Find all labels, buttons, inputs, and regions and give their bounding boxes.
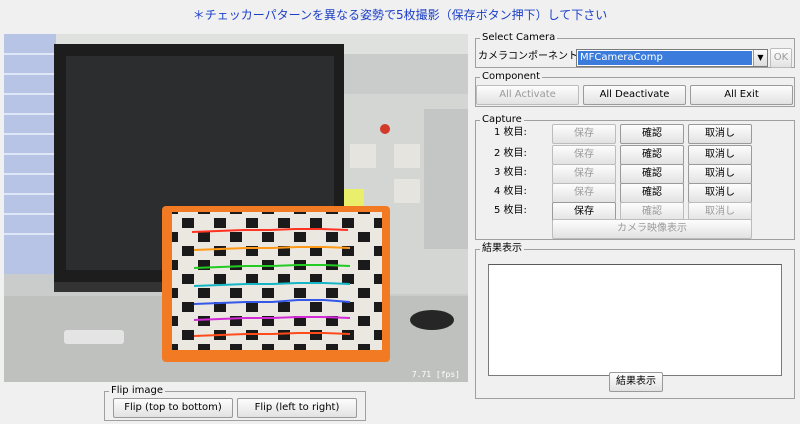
camera-image (4, 34, 468, 382)
save-button-2[interactable]: 保存 (552, 145, 616, 165)
save-button-4[interactable]: 保存 (552, 183, 616, 203)
instruction-text: ＊チェッカーパターンを異なる姿勢で5枚撮影（保存ボタン押下）して下さい (192, 8, 608, 22)
save-button-3[interactable]: 保存 (552, 164, 616, 184)
all-activate-button[interactable]: All Activate (476, 85, 579, 105)
confirm-button-3[interactable]: 確認 (620, 164, 684, 184)
confirm-button-4[interactable]: 確認 (620, 183, 684, 203)
capture-row-label: 5 枚目: (494, 205, 527, 216)
capture-group: Capture 1 枚目: 保存 確認 取消し 2 枚目: 保存 確認 取消し … (475, 114, 795, 240)
camera-component-value: MFCameraComp (578, 51, 752, 65)
cancel-button-4[interactable]: 取消し (688, 183, 752, 203)
result-title: 結果表示 (480, 243, 524, 255)
select-camera-title: Select Camera (480, 32, 558, 44)
camera-component-label: カメラコンポーネント (478, 51, 578, 62)
camera-component-select[interactable]: MFCameraComp ▼ (576, 49, 768, 67)
cancel-button-3[interactable]: 取消し (688, 164, 752, 184)
select-camera-group: Select Camera カメラコンポーネント MFCameraComp ▼ … (475, 32, 795, 68)
chevron-down-icon[interactable]: ▼ (753, 50, 767, 66)
save-button-1[interactable]: 保存 (552, 124, 616, 144)
component-group: Component All Activate All Deactivate Al… (475, 71, 795, 107)
camera-preview: 7.71 [fps] (4, 34, 468, 382)
result-group: 結果表示 結果表示 (475, 243, 795, 399)
ok-button[interactable]: OK (770, 48, 792, 68)
fps-readout: 7.71 [fps] (411, 370, 460, 379)
cancel-button-2[interactable]: 取消し (688, 145, 752, 165)
flip-top-bottom-button[interactable]: Flip (top to bottom) (113, 398, 233, 418)
confirm-button-1[interactable]: 確認 (620, 124, 684, 144)
capture-title: Capture (480, 114, 524, 126)
confirm-button-2[interactable]: 確認 (620, 145, 684, 165)
show-result-button[interactable]: 結果表示 (609, 372, 663, 392)
all-deactivate-button[interactable]: All Deactivate (583, 85, 686, 105)
result-text-area[interactable] (488, 264, 782, 376)
cancel-button-1[interactable]: 取消し (688, 124, 752, 144)
all-exit-button[interactable]: All Exit (690, 85, 793, 105)
flip-left-right-button[interactable]: Flip (left to right) (237, 398, 357, 418)
capture-row-label: 2 枚目: (494, 148, 527, 159)
show-camera-button[interactable]: カメラ映像表示 (552, 219, 752, 239)
flip-image-title: Flip image (109, 385, 165, 397)
flip-image-group: Flip image Flip (top to bottom) Flip (le… (104, 385, 366, 421)
capture-row-label: 3 枚目: (494, 167, 527, 178)
capture-row-label: 1 枚目: (494, 127, 527, 138)
component-title: Component (480, 71, 543, 83)
capture-row-label: 4 枚目: (494, 186, 527, 197)
